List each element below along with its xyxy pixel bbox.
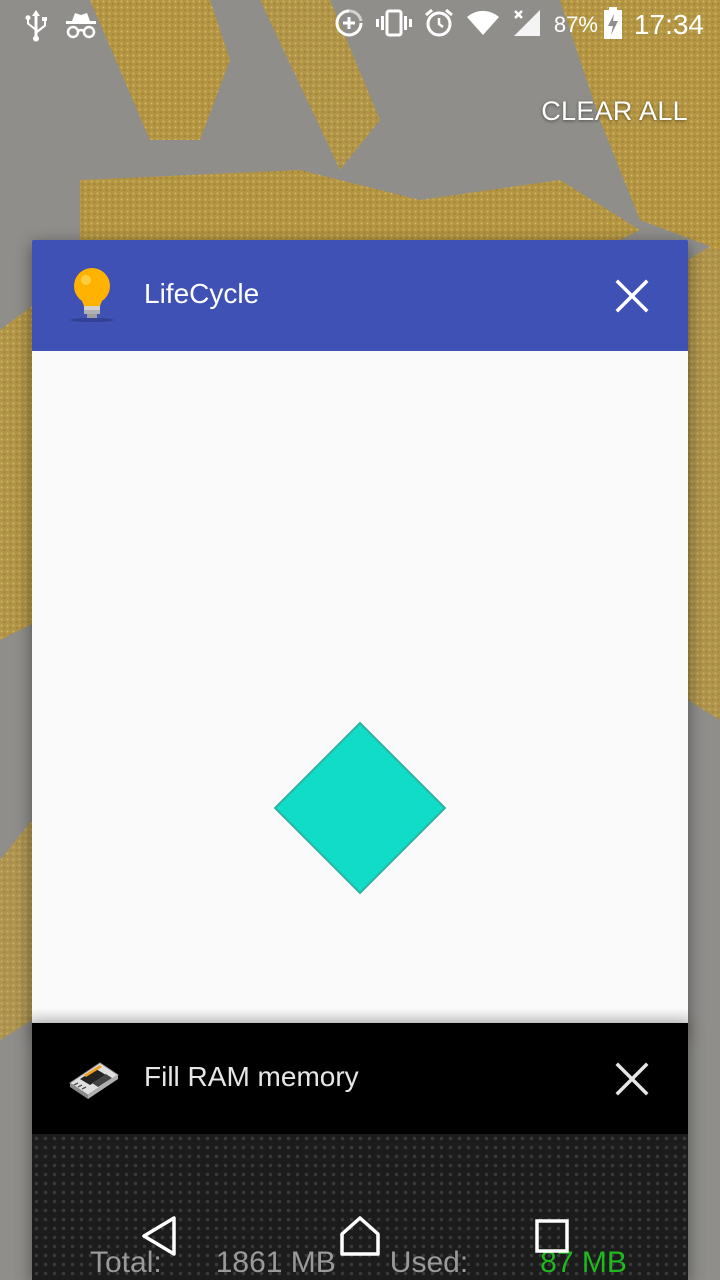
close-icon [615, 1062, 649, 1096]
data-saver-icon [334, 8, 364, 43]
task-preview[interactable] [32, 351, 688, 1030]
clock: 17:34 [633, 9, 704, 40]
status-bar: 87% 17:34 [0, 0, 720, 50]
home-icon [340, 1216, 380, 1256]
recents-icon [535, 1219, 569, 1253]
diamond-shape [274, 722, 446, 894]
navigation-bar [0, 1190, 720, 1280]
incognito-icon [64, 9, 98, 46]
task-title: LifeCycle [144, 278, 260, 309]
back-icon [142, 1216, 176, 1256]
task-card-header[interactable]: Fill RAM memory [32, 1023, 688, 1134]
close-task-button[interactable] [612, 1059, 652, 1099]
wifi-icon [466, 9, 500, 42]
task-title: Fill RAM memory [144, 1061, 359, 1092]
clear-all-button[interactable]: CLEAR ALL [541, 96, 688, 127]
usb-icon [22, 8, 50, 47]
battery-charging-icon [603, 6, 622, 44]
vibrate-icon [375, 8, 412, 43]
lightbulb-icon [66, 266, 118, 324]
task-card-header[interactable]: LifeCycle [32, 240, 688, 351]
back-button[interactable] [136, 1212, 184, 1260]
task-card-lifecycle[interactable]: LifeCycle [32, 240, 688, 1030]
close-task-button[interactable] [612, 276, 652, 316]
signal-icon [512, 8, 542, 43]
alarm-icon [424, 8, 454, 43]
ram-chip-icon [66, 1049, 119, 1107]
recents-button[interactable] [528, 1212, 576, 1260]
home-button[interactable] [336, 1212, 384, 1260]
battery-percent: 87% [553, 12, 598, 37]
close-icon [615, 279, 649, 313]
